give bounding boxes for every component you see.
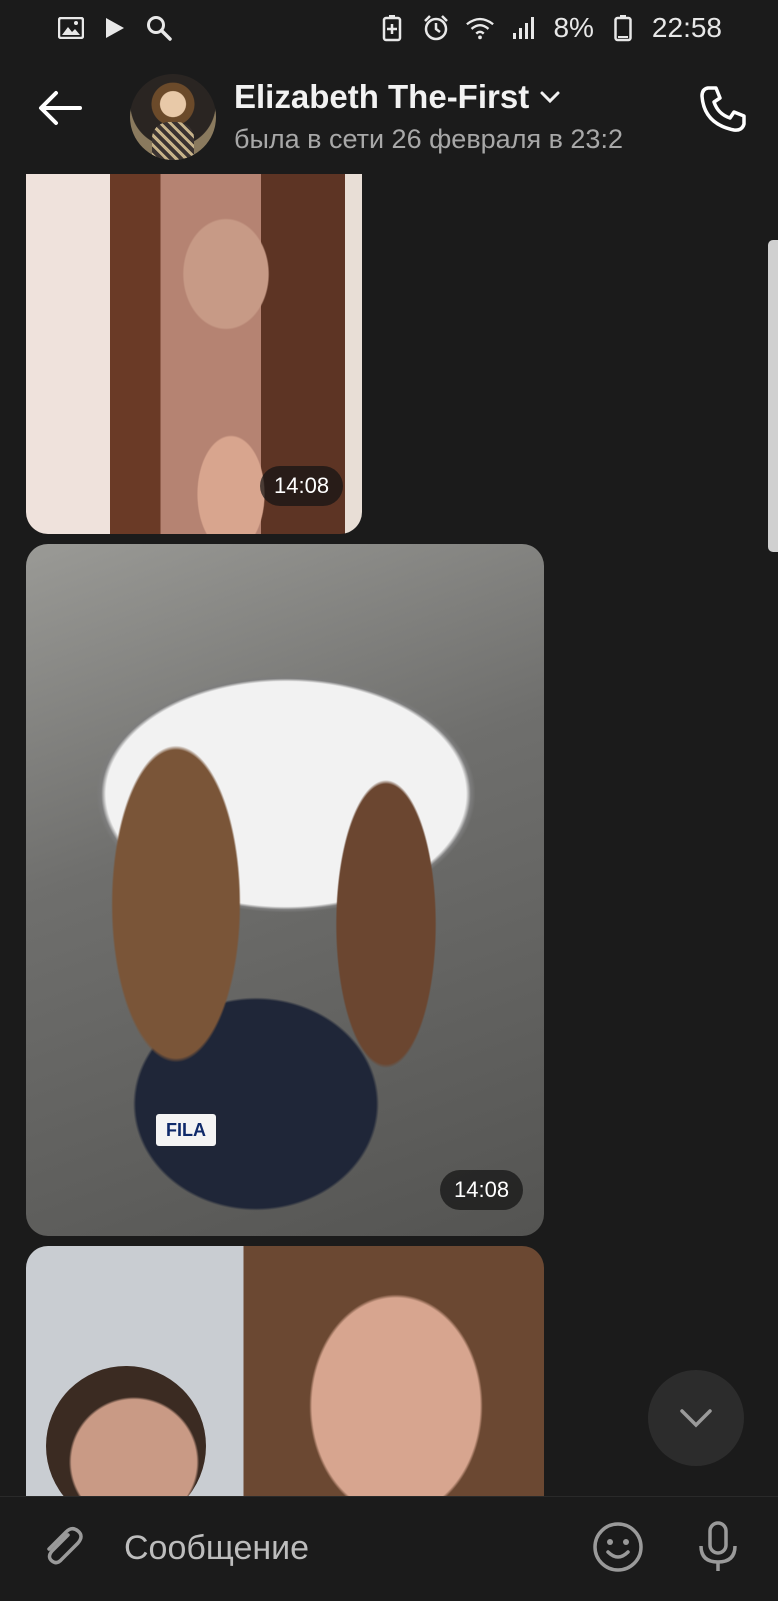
- chevron-down-icon: [680, 1409, 712, 1428]
- smiley-icon: [593, 1522, 643, 1572]
- clock: 22:58: [651, 12, 722, 43]
- fila-logo: FILA: [156, 1114, 216, 1146]
- status-bar: 8% 22:58: [0, 0, 778, 56]
- scroll-to-bottom-button[interactable]: [648, 1370, 744, 1466]
- photo-message[interactable]: 14:08: [26, 174, 362, 534]
- last-seen-status: была в сети 26 февраля в 23:2: [234, 124, 623, 154]
- image-icon: [56, 13, 86, 43]
- contact-name-button[interactable]: Elizabeth The-First: [234, 78, 561, 116]
- battery-saver-icon: [377, 13, 407, 43]
- message-time: 14:08: [440, 1170, 524, 1210]
- arrow-left-icon: [39, 91, 82, 125]
- search-icon: [144, 13, 174, 43]
- photo-message[interactable]: [26, 1246, 544, 1496]
- signal-icon: [509, 13, 539, 43]
- microphone-icon: [699, 1521, 737, 1571]
- message-time: 14:08: [260, 466, 344, 506]
- message-input[interactable]: [122, 1521, 566, 1575]
- avatar[interactable]: [130, 74, 216, 160]
- message-composer: [0, 1496, 778, 1601]
- status-bar-right: 8% 22:58: [377, 12, 722, 44]
- voice-message-button[interactable]: [690, 1517, 746, 1577]
- chevron-down-icon: [540, 91, 560, 104]
- phone-icon: [700, 86, 746, 132]
- emoji-button[interactable]: [590, 1519, 646, 1575]
- paperclip-icon: [47, 1527, 83, 1565]
- attach-button[interactable]: [34, 1519, 90, 1575]
- status-bar-left: [56, 13, 174, 43]
- scrollbar-thumb[interactable]: [768, 240, 778, 552]
- battery-percent: 8%: [553, 12, 594, 43]
- chat-messages[interactable]: 14:08 FILA 14:08: [0, 174, 778, 1496]
- wifi-icon: [465, 13, 495, 43]
- battery-icon: [608, 13, 638, 43]
- alarm-icon: [421, 13, 451, 43]
- photo-message[interactable]: FILA 14:08: [26, 544, 544, 1236]
- contact-name: Elizabeth The-First: [234, 78, 530, 115]
- play-icon: [100, 13, 130, 43]
- call-button[interactable]: [694, 80, 752, 138]
- chat-header: Elizabeth The-First была в сети 26 февра…: [0, 56, 778, 174]
- back-button[interactable]: [34, 82, 86, 134]
